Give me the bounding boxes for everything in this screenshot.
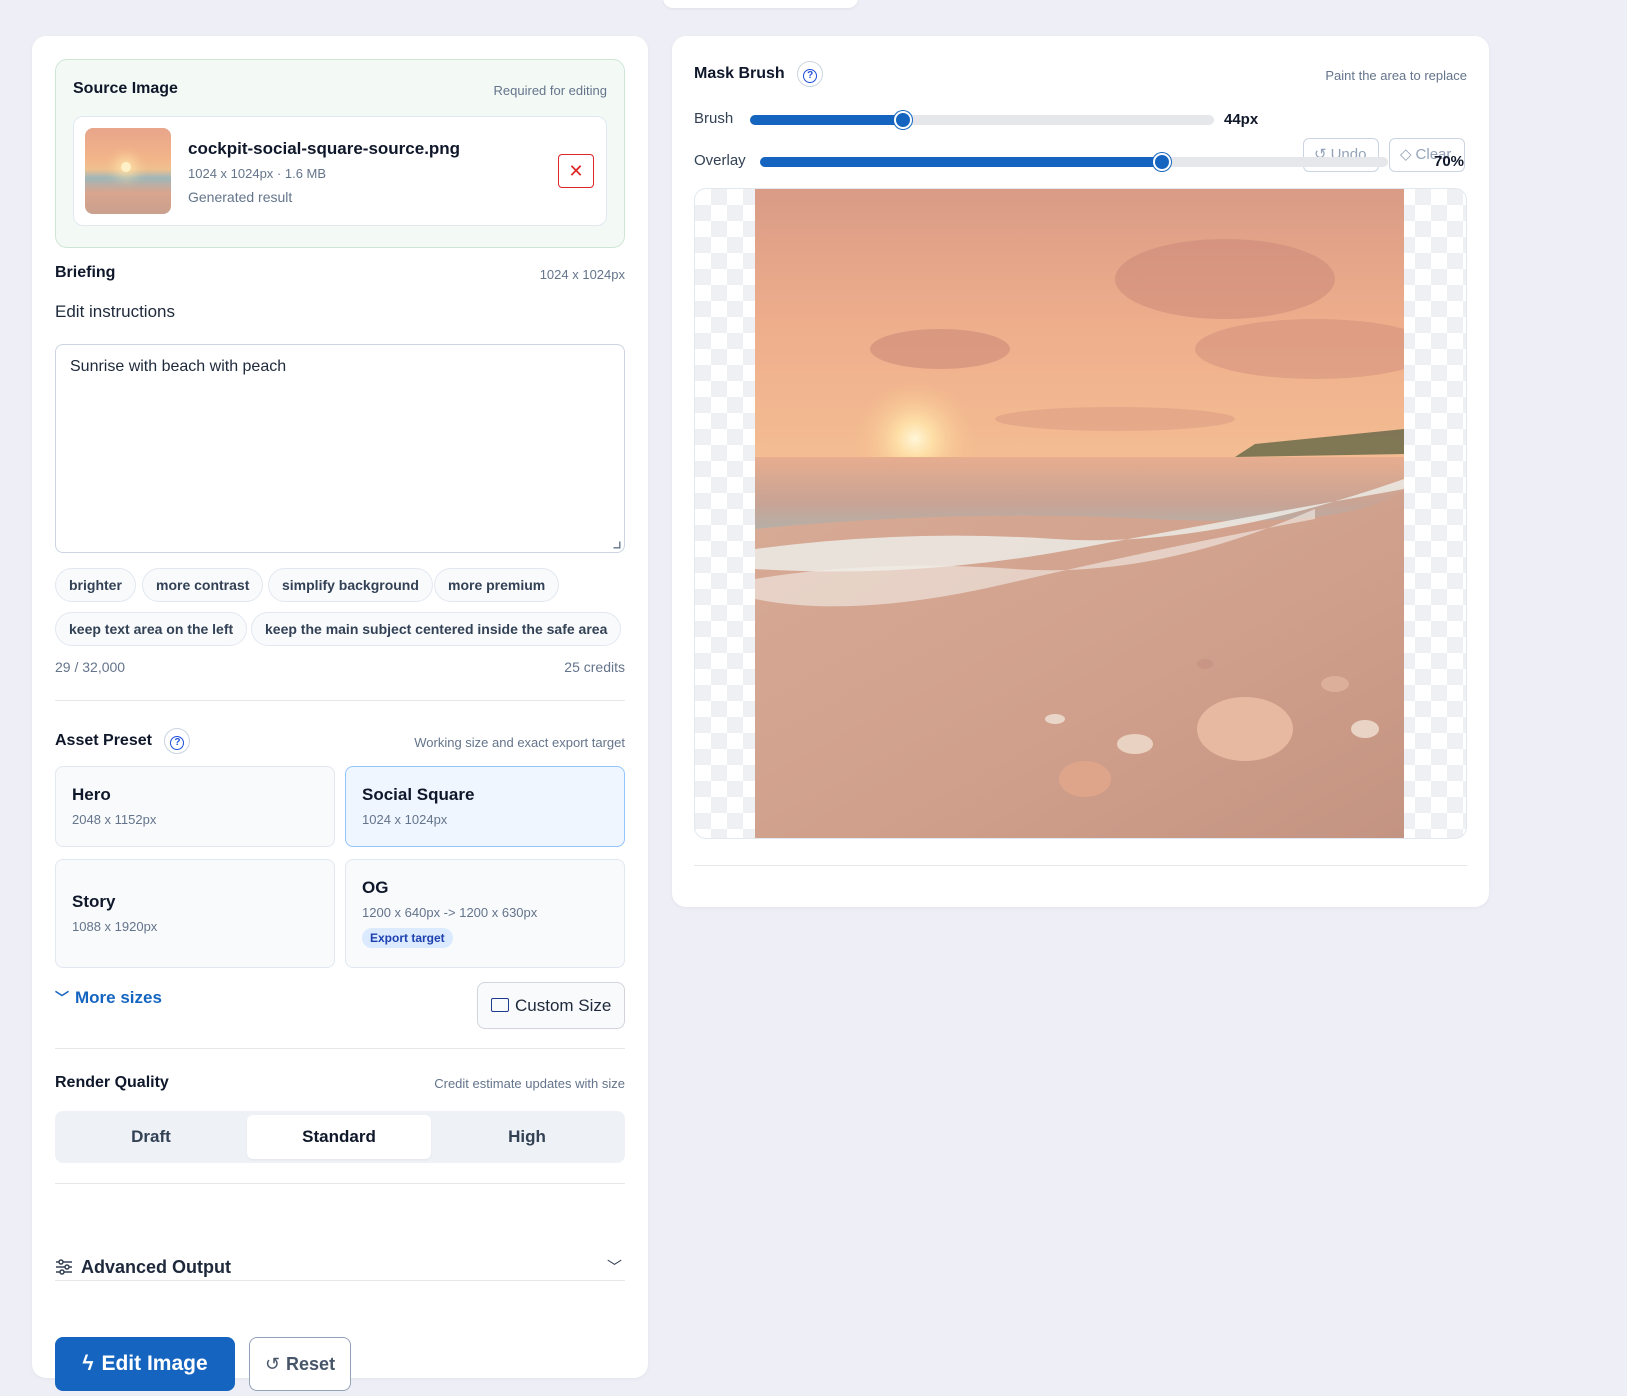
brush-slider-fill	[750, 115, 904, 125]
source-file-meta: 1024 x 1024px · 1.6 MB	[188, 166, 327, 181]
advanced-output-toggle[interactable]: Advanced Output	[55, 1257, 231, 1278]
preset-hero[interactable]: Hero 2048 x 1152px	[55, 766, 335, 847]
render-quality-selector: Draft Standard High	[55, 1111, 625, 1163]
help-circle-icon[interactable]: ?	[164, 728, 191, 754]
custom-size-button[interactable]: Custom Size	[477, 982, 625, 1029]
edit-image-button[interactable]: ϟ Edit Image	[55, 1337, 235, 1391]
custom-size-label: Custom Size	[515, 996, 612, 1015]
reset-label: Reset	[286, 1354, 336, 1374]
overlay-label: Overlay	[694, 152, 746, 169]
source-image-section: Source Image Required for editing cockpi…	[55, 59, 625, 248]
chip-more-contrast[interactable]: more contrast	[142, 568, 264, 602]
preset-name: Social Square	[362, 785, 475, 804]
source-file-card: cockpit-social-square-source.png 1024 x …	[73, 116, 607, 226]
preset-social-square[interactable]: Social Square 1024 x 1024px	[345, 766, 625, 847]
chip-keep-subject-centered[interactable]: keep the main subject centered inside th…	[251, 612, 622, 646]
briefing-size: 1024 x 1024px	[539, 267, 625, 282]
render-quality-title: Render Quality	[55, 1074, 169, 1091]
render-quality-hint: Credit estimate updates with size	[434, 1076, 625, 1091]
bolt-icon: ϟ	[82, 1352, 94, 1375]
quality-standard[interactable]: Standard	[247, 1115, 431, 1159]
brush-size-value: 44px	[1224, 111, 1259, 128]
mask-brush-hint: Paint the area to replace	[1325, 68, 1467, 83]
preset-size: 2048 x 1152px	[72, 812, 157, 827]
edit-image-label: Edit Image	[101, 1352, 208, 1375]
divider	[55, 1048, 625, 1049]
char-count: 29 / 32,000	[55, 659, 126, 675]
asset-preset-header: Asset Preset ?	[55, 728, 191, 754]
brush-label: Brush	[694, 110, 734, 127]
chevron-down-icon: ﹀	[55, 990, 69, 1006]
quality-high[interactable]: High	[435, 1115, 619, 1159]
overlay-value: 70%	[1434, 153, 1465, 170]
chevron-down-icon[interactable]: ﹀	[607, 1256, 622, 1277]
asset-preset-title: Asset Preset	[55, 732, 152, 750]
remove-source-button[interactable]: ✕	[558, 154, 594, 188]
help-circle-icon[interactable]: ?	[797, 61, 824, 87]
source-file-name: cockpit-social-square-source.png	[188, 139, 461, 158]
more-sizes-label: More sizes	[75, 988, 162, 1007]
close-icon: ✕	[568, 161, 584, 181]
overlay-slider-handle[interactable]	[1152, 153, 1171, 171]
divider	[55, 700, 625, 701]
source-image-hint: Required for editing	[493, 83, 607, 98]
preset-size: 1088 x 1920px	[72, 919, 158, 934]
mask-brush-panel: Mask Brush ? Paint the area to replace B…	[672, 36, 1489, 907]
brush-size-slider[interactable]	[750, 111, 1214, 129]
asset-preset-hint: Working size and exact export target	[414, 735, 625, 750]
preset-name: Story	[72, 892, 116, 911]
rotate-ccw-icon: ↺	[264, 1354, 281, 1374]
preset-name: OG	[362, 878, 389, 897]
resize-handle[interactable]	[613, 541, 621, 549]
reset-button[interactable]: ↺ Reset	[249, 1337, 351, 1391]
eraser-icon: ◇	[1400, 146, 1412, 163]
briefing-title: Briefing	[55, 264, 116, 281]
credits-estimate: 25 credits	[564, 659, 625, 675]
more-sizes-toggle[interactable]: ﹀ More sizes	[55, 988, 162, 1008]
preset-story[interactable]: Story 1088 x 1920px	[55, 859, 335, 968]
crop-icon	[491, 998, 509, 1012]
source-file-sub: Generated result	[188, 189, 293, 205]
edit-settings-panel: Source Image Required for editing cockpi…	[32, 36, 648, 1391]
quality-draft[interactable]: Draft	[59, 1115, 243, 1159]
instructions-textarea[interactable]: Sunrise with beach with peach	[55, 344, 625, 553]
brush-slider-handle[interactable]	[894, 111, 913, 129]
source-image-title: Source Image	[73, 80, 178, 97]
chip-brighter[interactable]: brighter	[55, 568, 136, 602]
chip-simplify-background[interactable]: simplify background	[268, 568, 433, 602]
divider	[694, 865, 1467, 866]
overlay-opacity-slider[interactable]	[760, 153, 1388, 171]
export-target-badge: Export target	[362, 928, 453, 948]
overlay-slider-fill	[760, 157, 1162, 167]
preset-name: Hero	[72, 785, 111, 804]
advanced-output-label: Advanced Output	[81, 1257, 232, 1277]
mask-brush-header: Mask Brush ?	[694, 61, 824, 87]
divider	[55, 1280, 625, 1281]
sliders-icon	[56, 1259, 72, 1275]
source-thumbnail	[85, 128, 171, 214]
chip-more-premium[interactable]: more premium	[434, 568, 560, 602]
preset-og[interactable]: OG 1200 x 640px -> 1200 x 630px Export t…	[345, 859, 625, 968]
top-tab-stub	[663, 0, 858, 8]
source-image-preview[interactable]	[755, 189, 1404, 839]
mask-brush-title: Mask Brush	[694, 65, 785, 83]
preset-size: 1200 x 640px -> 1200 x 630px	[362, 905, 538, 920]
instructions-label: Edit instructions	[55, 302, 175, 321]
preset-size: 1024 x 1024px	[362, 812, 448, 827]
mask-canvas[interactable]	[694, 188, 1467, 839]
instructions-value: Sunrise with beach with peach	[70, 358, 287, 375]
divider	[55, 1183, 625, 1184]
chip-keep-text-left[interactable]: keep text area on the left	[55, 612, 248, 646]
